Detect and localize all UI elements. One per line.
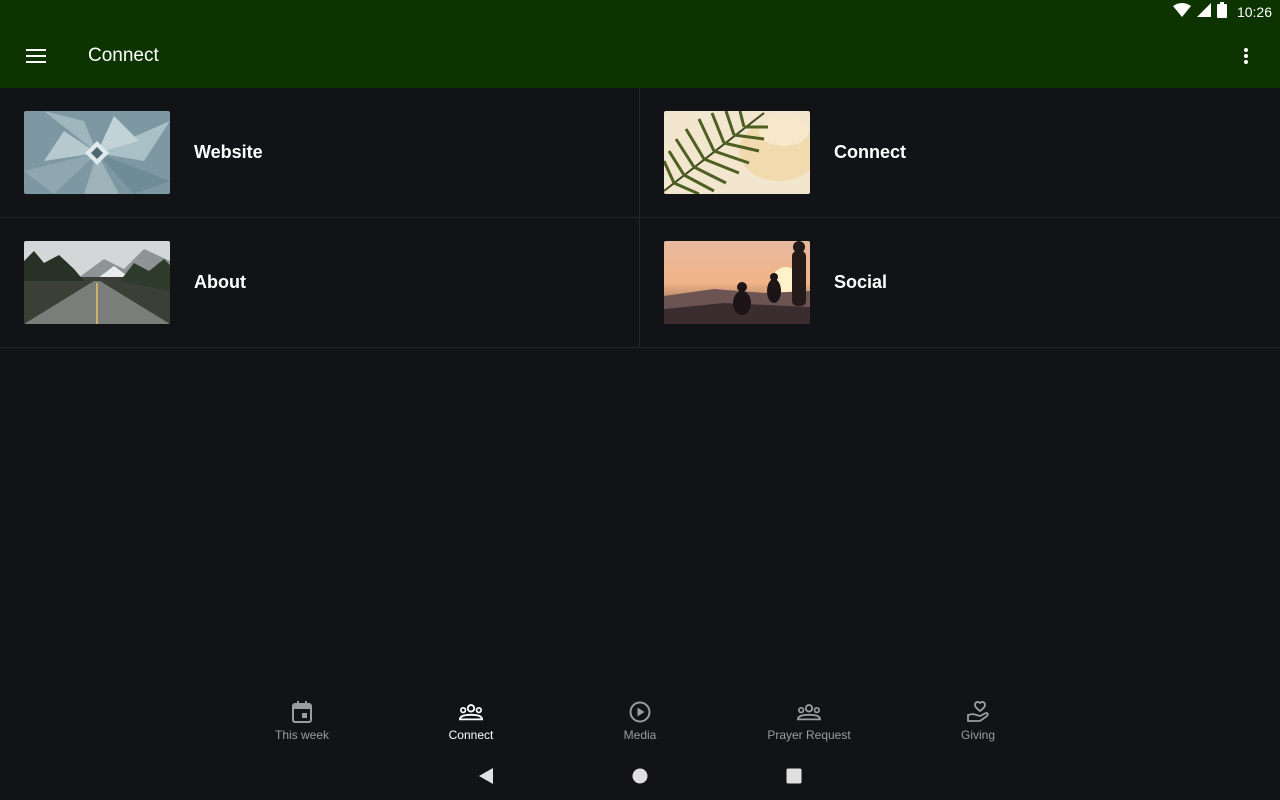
group-icon	[797, 700, 821, 724]
agave-plant-image	[24, 111, 170, 194]
wifi-icon	[1172, 2, 1191, 22]
nav-label: Media	[623, 728, 657, 742]
nav-label: Connect	[448, 728, 494, 742]
calendar-icon	[290, 700, 314, 724]
nav-prayer-request[interactable]: Prayer Request	[725, 700, 893, 750]
status-time: 10:26	[1236, 4, 1272, 20]
home-icon[interactable]	[628, 764, 652, 788]
connect-grid: Website Connect About Social	[0, 88, 1280, 348]
mountain-road-image	[24, 241, 170, 324]
tile-label: Website	[194, 142, 263, 162]
bottom-navigation: This week Connect Media Prayer Request G…	[218, 700, 1062, 750]
hand-heart-icon	[966, 700, 990, 724]
nav-this-week[interactable]: This week	[218, 700, 386, 750]
group-icon	[459, 700, 483, 724]
status-bar: 10:26	[0, 0, 1280, 24]
sunset-people-image	[664, 241, 810, 324]
tile-label: About	[194, 272, 246, 292]
nav-giving[interactable]: Giving	[894, 700, 1062, 750]
more-vertical-icon[interactable]	[1228, 36, 1264, 76]
play-circle-icon	[628, 700, 652, 724]
nav-connect[interactable]: Connect	[387, 700, 555, 750]
nav-label: This week	[274, 728, 330, 742]
recents-icon[interactable]	[782, 764, 806, 788]
nav-media[interactable]: Media	[556, 700, 724, 750]
back-icon[interactable]	[474, 764, 498, 788]
app-bar: Connect	[0, 24, 1280, 88]
palm-leaf-image	[664, 111, 810, 194]
signal-icon	[1196, 2, 1211, 22]
tile-social[interactable]: Social	[640, 218, 1280, 348]
tile-about[interactable]: About	[0, 218, 640, 348]
tile-label: Connect	[834, 142, 906, 162]
battery-icon	[1216, 1, 1227, 23]
hamburger-menu-icon[interactable]	[16, 36, 56, 76]
system-navigation	[0, 752, 1280, 800]
page-title: Connect	[88, 45, 159, 66]
nav-label: Giving	[960, 728, 995, 742]
tile-label: Social	[834, 272, 888, 292]
tile-website[interactable]: Website	[0, 88, 640, 218]
nav-label: Prayer Request	[767, 728, 851, 742]
tile-connect[interactable]: Connect	[640, 88, 1280, 218]
